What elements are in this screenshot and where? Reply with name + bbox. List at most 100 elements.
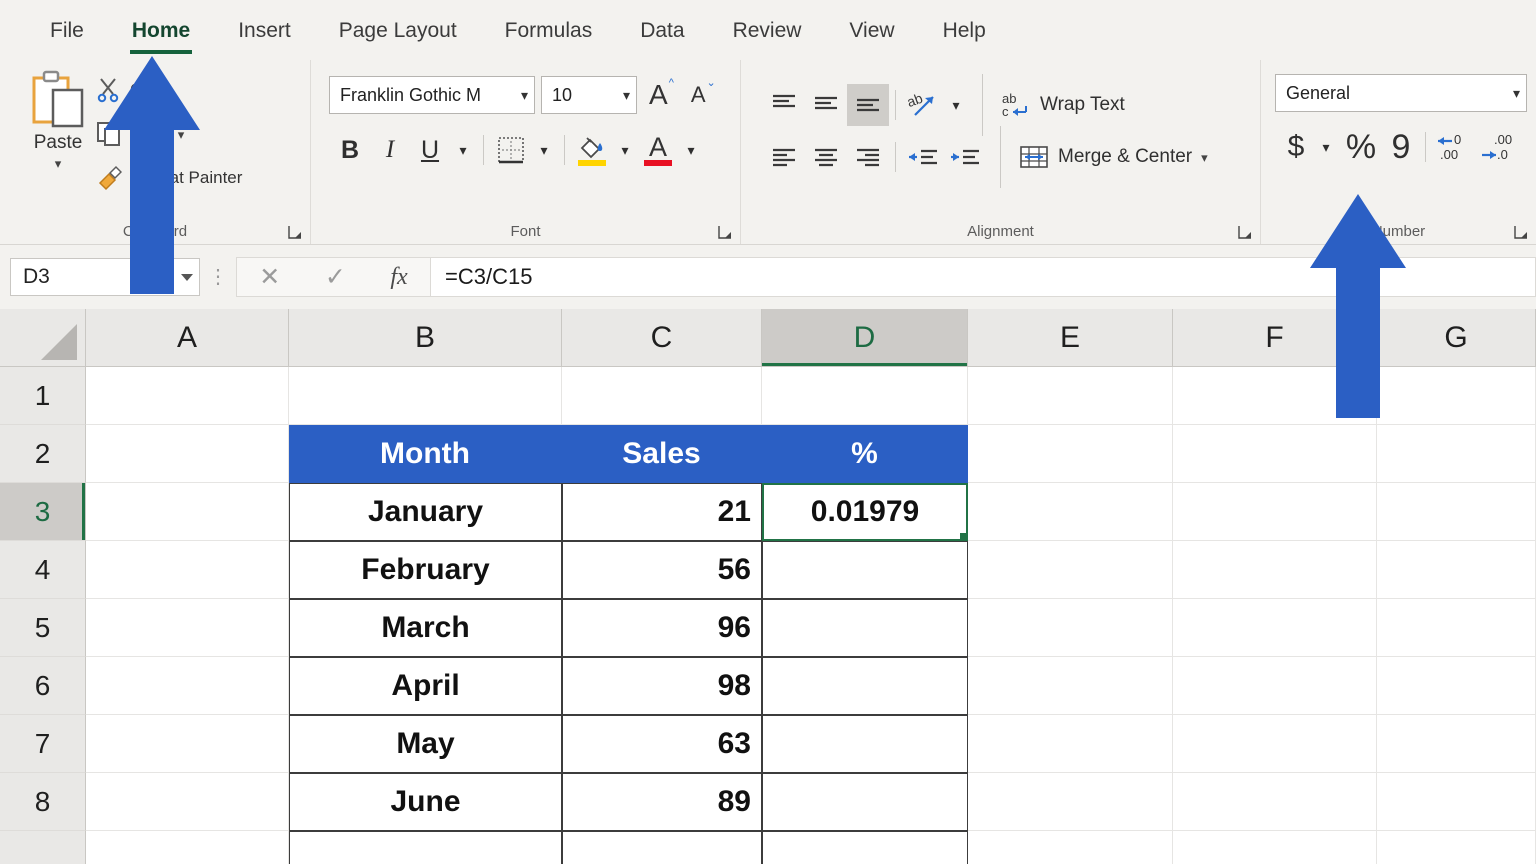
cell-B8[interactable]: June bbox=[289, 773, 562, 831]
cell-B7[interactable]: May bbox=[289, 715, 562, 773]
cell-B9[interactable] bbox=[289, 831, 562, 864]
font-color-chevron-icon[interactable]: ▾ bbox=[679, 130, 703, 170]
orientation-button[interactable]: ab bbox=[902, 84, 944, 126]
column-header-A[interactable]: A bbox=[86, 309, 289, 366]
cell-D2[interactable]: % bbox=[762, 425, 968, 483]
formula-input[interactable]: =C3/C15 bbox=[431, 257, 1536, 297]
borders-button[interactable] bbox=[492, 130, 530, 170]
cell-A1[interactable] bbox=[86, 367, 289, 425]
cell-D4[interactable] bbox=[762, 541, 968, 599]
row-header-7[interactable]: 7 bbox=[0, 715, 86, 773]
merge-center-chevron-icon[interactable]: ▾ bbox=[1201, 150, 1208, 166]
cell-E9[interactable] bbox=[968, 831, 1173, 864]
name-box[interactable]: D3 bbox=[10, 258, 200, 296]
cell-C2[interactable]: Sales bbox=[562, 425, 762, 483]
increase-indent-button[interactable] bbox=[944, 136, 986, 178]
number-dialog-launcher[interactable] bbox=[1514, 225, 1528, 239]
cell-G9[interactable] bbox=[1377, 831, 1536, 864]
cell-F5[interactable] bbox=[1173, 599, 1377, 657]
tab-file[interactable]: File bbox=[26, 13, 108, 47]
cell-F8[interactable] bbox=[1173, 773, 1377, 831]
cell-F4[interactable] bbox=[1173, 541, 1377, 599]
cell-D9[interactable] bbox=[762, 831, 968, 864]
insert-function-icon[interactable]: fx bbox=[390, 264, 407, 291]
underline-button[interactable]: U bbox=[411, 130, 449, 170]
cell-G2[interactable] bbox=[1377, 425, 1536, 483]
cell-A2[interactable] bbox=[86, 425, 289, 483]
align-center-button[interactable] bbox=[805, 136, 847, 178]
align-middle-button[interactable] bbox=[805, 84, 847, 126]
cell-B6[interactable]: April bbox=[289, 657, 562, 715]
increase-font-size-button[interactable]: A^ bbox=[643, 77, 679, 109]
row-header-9[interactable] bbox=[0, 831, 86, 864]
cell-B1[interactable] bbox=[289, 367, 562, 425]
cell-G6[interactable] bbox=[1377, 657, 1536, 715]
cell-E2[interactable] bbox=[968, 425, 1173, 483]
row-header-5[interactable]: 5 bbox=[0, 599, 86, 657]
cell-F9[interactable] bbox=[1173, 831, 1377, 864]
merge-center-button[interactable]: Merge & Center ▾ bbox=[1019, 143, 1208, 171]
bold-button[interactable]: B bbox=[331, 130, 369, 170]
cell-F7[interactable] bbox=[1173, 715, 1377, 773]
clipboard-dialog-launcher[interactable] bbox=[288, 225, 302, 239]
orientation-chevron-icon[interactable]: ▾ bbox=[944, 85, 968, 125]
cut-button[interactable]: Cut bbox=[96, 68, 242, 112]
tab-review[interactable]: Review bbox=[709, 13, 826, 47]
cell-E1[interactable] bbox=[968, 367, 1173, 425]
cell-G5[interactable] bbox=[1377, 599, 1536, 657]
cell-C7[interactable]: 63 bbox=[562, 715, 762, 773]
cell-E3[interactable] bbox=[968, 483, 1173, 541]
cell-C5[interactable]: 96 bbox=[562, 599, 762, 657]
alignment-dialog-launcher[interactable] bbox=[1238, 225, 1252, 239]
cell-C3[interactable]: 21 bbox=[562, 483, 762, 541]
font-dialog-launcher[interactable] bbox=[718, 225, 732, 239]
cell-C9[interactable] bbox=[562, 831, 762, 864]
enter-formula-icon[interactable]: ✓ bbox=[325, 262, 346, 292]
cell-A9[interactable] bbox=[86, 831, 289, 864]
cell-F6[interactable] bbox=[1173, 657, 1377, 715]
align-top-button[interactable] bbox=[763, 84, 805, 126]
cell-F3[interactable] bbox=[1173, 483, 1377, 541]
cell-C1[interactable] bbox=[562, 367, 762, 425]
decrease-indent-button[interactable] bbox=[902, 136, 944, 178]
row-header-4[interactable]: 4 bbox=[0, 541, 86, 599]
cell-G4[interactable] bbox=[1377, 541, 1536, 599]
column-header-D[interactable]: D bbox=[762, 309, 968, 366]
chevron-down-icon[interactable]: ▾ bbox=[55, 156, 62, 172]
column-header-E[interactable]: E bbox=[968, 309, 1173, 366]
cell-F2[interactable] bbox=[1173, 425, 1377, 483]
cell-G8[interactable] bbox=[1377, 773, 1536, 831]
fill-color-chevron-icon[interactable]: ▾ bbox=[613, 130, 637, 170]
row-header-2[interactable]: 2 bbox=[0, 425, 86, 483]
row-header-6[interactable]: 6 bbox=[0, 657, 86, 715]
tab-insert[interactable]: Insert bbox=[214, 13, 315, 47]
align-left-button[interactable] bbox=[763, 136, 805, 178]
font-size-combo[interactable]: 10 ▾ bbox=[541, 76, 637, 114]
font-color-button[interactable]: A bbox=[639, 130, 677, 170]
cell-D1[interactable] bbox=[762, 367, 968, 425]
cell-G7[interactable] bbox=[1377, 715, 1536, 773]
column-header-C[interactable]: C bbox=[562, 309, 762, 366]
italic-button[interactable]: I bbox=[371, 130, 409, 170]
tab-formulas[interactable]: Formulas bbox=[481, 13, 617, 47]
copy-button[interactable]: Copy ▾ bbox=[96, 112, 242, 156]
percent-style-button[interactable]: % bbox=[1339, 126, 1383, 168]
row-header-3[interactable]: 3 bbox=[0, 483, 86, 541]
cell-E8[interactable] bbox=[968, 773, 1173, 831]
row-header-8[interactable]: 8 bbox=[0, 773, 86, 831]
cell-D6[interactable] bbox=[762, 657, 968, 715]
number-format-combo[interactable]: General ▾ bbox=[1275, 74, 1527, 112]
decrease-font-size-button[interactable]: A⌄ bbox=[685, 77, 721, 106]
tab-page-layout[interactable]: Page Layout bbox=[315, 13, 481, 47]
align-right-button[interactable] bbox=[847, 136, 889, 178]
chevron-down-icon[interactable]: ▾ bbox=[178, 127, 185, 143]
wrap-text-button[interactable]: ab c Wrap Text bbox=[1001, 90, 1125, 120]
currency-button[interactable]: $ bbox=[1279, 126, 1313, 168]
cell-G1[interactable] bbox=[1377, 367, 1536, 425]
cell-D3[interactable]: 0.01979 bbox=[762, 483, 968, 541]
font-name-combo[interactable]: Franklin Gothic M ▾ bbox=[329, 76, 535, 114]
cell-E5[interactable] bbox=[968, 599, 1173, 657]
formula-bar-more-icon[interactable]: ⋮ bbox=[200, 267, 236, 287]
cell-D7[interactable] bbox=[762, 715, 968, 773]
fill-color-button[interactable] bbox=[573, 130, 611, 170]
